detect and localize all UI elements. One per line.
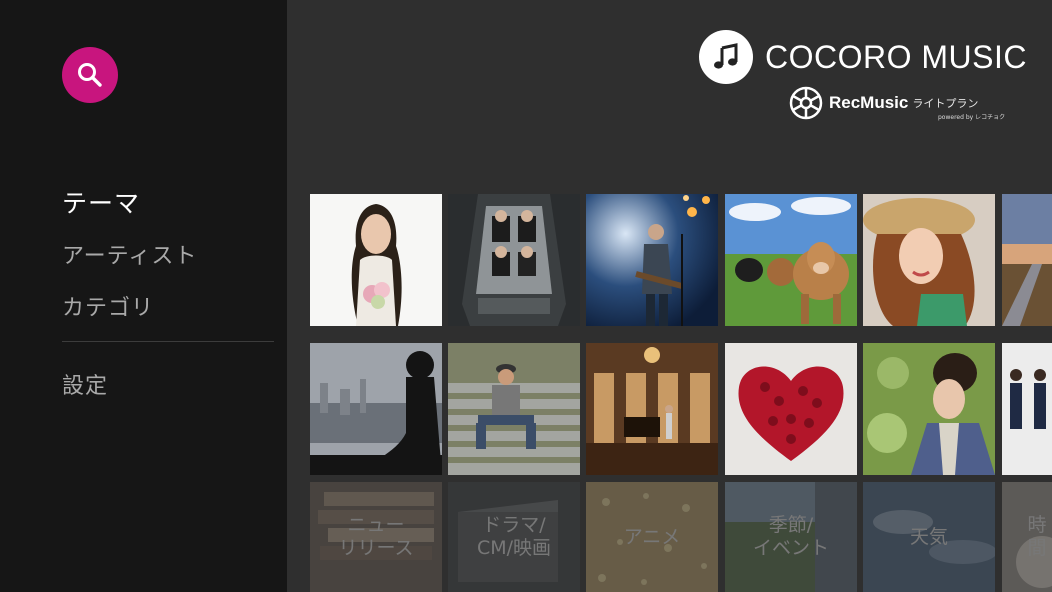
- theme-tile-10[interactable]: [725, 343, 857, 475]
- tile-image-rose-heart: [725, 343, 857, 475]
- nav-item-settings[interactable]: 設定: [62, 368, 108, 400]
- theme-tile-12[interactable]: [1002, 343, 1052, 475]
- theme-tile-1[interactable]: [310, 194, 442, 326]
- sidebar-divider: [62, 341, 274, 342]
- theme-tile-3[interactable]: [586, 194, 718, 326]
- recmusic-powered-by: powered by レコチョク: [938, 114, 1006, 121]
- theme-tile-5[interactable]: [863, 194, 995, 326]
- category-tile-time[interactable]: 時間: [1002, 482, 1052, 592]
- tile-image-guitarist-stage: [586, 194, 718, 326]
- tile-image-woman-hat: [863, 194, 995, 326]
- theme-tile-4[interactable]: [725, 194, 857, 326]
- theme-tile-9[interactable]: [586, 343, 718, 475]
- category-label: 時間: [1027, 514, 1047, 559]
- recmusic-logo: RecMusic ライトプラン powered by レコチョク: [789, 86, 1005, 121]
- category-label: 天気: [909, 525, 948, 548]
- category-tile-anime[interactable]: アニメ: [586, 482, 718, 592]
- sidebar: テーマ アーティスト カテゴリ 設定: [0, 0, 287, 592]
- tile-image-woman-kimono: [863, 343, 995, 475]
- nav-item-theme[interactable]: テーマ: [62, 184, 140, 220]
- tile-image-band-in-car: [448, 194, 580, 326]
- tile-image-sunset-road: [1002, 194, 1052, 326]
- theme-tile-7[interactable]: [310, 343, 442, 475]
- tile-image-woman-silhouette-city: [310, 343, 442, 475]
- tile-image-man-on-stairs: [448, 343, 580, 475]
- search-icon: [78, 63, 102, 87]
- category-label: 季節/ イベント: [752, 514, 829, 559]
- nav-item-artist[interactable]: アーティスト: [62, 238, 197, 270]
- search-button[interactable]: [62, 47, 118, 103]
- category-tile-season-event[interactable]: 季節/ イベント: [725, 482, 857, 592]
- music-note-icon: [699, 30, 753, 84]
- nav-item-category[interactable]: カテゴリ: [62, 290, 154, 322]
- category-tile-new-release[interactable]: ニュー リリース: [310, 482, 442, 592]
- theme-tile-11[interactable]: [863, 343, 995, 475]
- theme-tile-8[interactable]: [448, 343, 580, 475]
- recmusic-name: RecMusic: [829, 93, 909, 112]
- category-tile-drama-cm-movie[interactable]: ドラマ/ CM/映画: [448, 482, 580, 592]
- tile-image-cows-field: [725, 194, 857, 326]
- brand-logo: COCORO MUSIC: [699, 30, 1027, 84]
- category-label: ドラマ/ CM/映画: [476, 514, 552, 559]
- category-label: ニュー リリース: [338, 514, 414, 559]
- app-title: COCORO MUSIC: [765, 38, 1027, 75]
- category-tile-weather[interactable]: 天気: [863, 482, 995, 592]
- theme-tile-6[interactable]: [1002, 194, 1052, 326]
- tile-image-piano-hall: [586, 343, 718, 475]
- tile-image-woman-bouquet: [310, 194, 442, 326]
- recmusic-emblem-icon: [789, 86, 823, 120]
- recmusic-plan: ライトプラン: [912, 97, 979, 110]
- category-label: アニメ: [623, 525, 681, 548]
- tile-image-students: [1002, 343, 1052, 475]
- theme-tile-2[interactable]: [448, 194, 580, 326]
